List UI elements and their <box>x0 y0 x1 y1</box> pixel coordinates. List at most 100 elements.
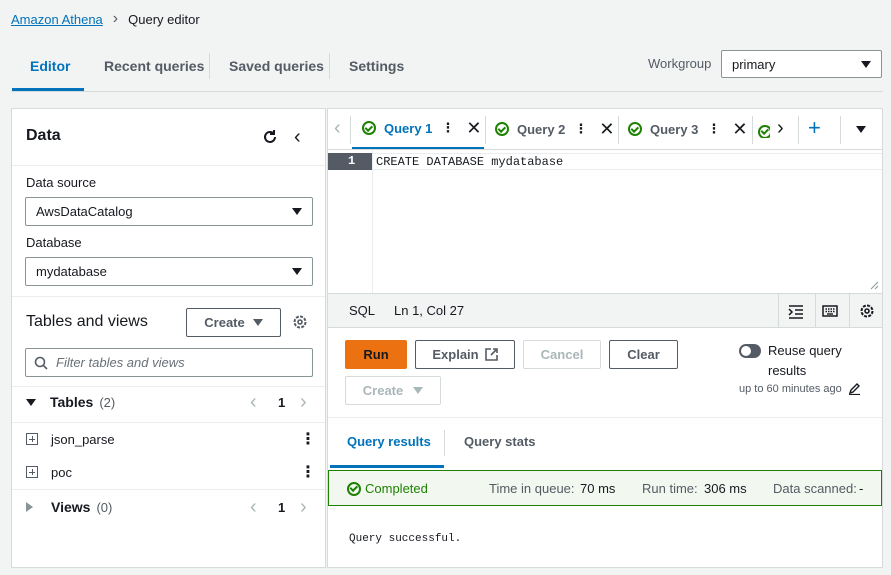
query-tab-2[interactable]: Query 2 ⋮ ✕ <box>486 109 618 149</box>
close-icon[interactable]: ✕ <box>466 118 481 139</box>
create-button[interactable]: Create <box>345 376 441 405</box>
tables-prev-page-icon[interactable]: ‹ <box>250 391 257 414</box>
create-dropdown-button[interactable]: Create <box>186 308 281 337</box>
views-group-header[interactable]: Views (0) <box>26 498 112 516</box>
close-icon[interactable]: ✕ <box>732 119 747 140</box>
tables-page-number[interactable]: 1 <box>278 395 285 410</box>
data-source-select[interactable]: AwsDataCatalog <box>25 197 313 226</box>
scroll-right-icon[interactable]: › <box>777 117 784 140</box>
format-query-icon[interactable] <box>788 303 804 319</box>
divider <box>840 116 841 144</box>
more-vertical-icon[interactable]: ⋮ <box>707 121 720 137</box>
add-query-tab-icon[interactable]: + <box>808 115 821 141</box>
views-label: Views <box>51 499 91 515</box>
more-vertical-icon[interactable]: ⋮ <box>300 429 316 449</box>
check-circle-icon <box>628 122 642 136</box>
divider <box>329 53 330 79</box>
breadcrumb: Amazon Athena › Query editor <box>11 10 200 28</box>
data-source-label: Data source <box>26 175 97 190</box>
more-vertical-icon[interactable]: ⋮ <box>300 462 316 482</box>
views-prev-page-icon[interactable]: ‹ <box>250 496 257 519</box>
divider <box>350 116 351 144</box>
scroll-left-icon[interactable]: ‹ <box>334 117 341 140</box>
refresh-icon[interactable] <box>261 128 279 146</box>
more-vertical-icon[interactable]: ⋮ <box>441 120 454 136</box>
divider <box>778 294 779 328</box>
result-message: Query successful. <box>349 533 462 545</box>
divider <box>752 116 753 144</box>
tab-saved-queries[interactable]: Saved queries <box>229 58 324 74</box>
query-tab-label: Query 2 <box>517 121 566 137</box>
resize-handle-icon[interactable] <box>869 278 879 290</box>
workgroup-select[interactable]: primary <box>721 50 882 78</box>
section-divider <box>12 296 325 297</box>
edit-pencil-icon[interactable] <box>848 382 861 395</box>
database-label: Database <box>26 235 82 250</box>
explain-label: Explain <box>432 347 479 362</box>
breadcrumb-current: Query editor <box>128 11 200 27</box>
filter-tables-input[interactable]: Filter tables and views <box>25 348 313 377</box>
caret-down-icon <box>861 60 871 68</box>
reuse-results-toggle[interactable] <box>739 344 761 358</box>
database-select[interactable]: mydatabase <box>25 257 313 286</box>
expand-plus-icon[interactable] <box>26 433 38 445</box>
expand-plus-icon[interactable] <box>26 466 38 478</box>
line-number: 1 <box>348 154 356 168</box>
divider <box>209 53 210 79</box>
tables-label: Tables <box>50 394 94 410</box>
query-tab-3[interactable]: Query 3 ⋮ ✕ <box>619 109 751 149</box>
time-in-queue-value: 70 ms <box>580 481 616 496</box>
list-item[interactable]: poc ⋮ <box>26 462 316 482</box>
cancel-button[interactable]: Cancel <box>523 340 601 369</box>
database-value: mydatabase <box>36 264 107 279</box>
data-panel: Data ‹ Data source AwsDataCatalog Databa… <box>11 108 326 568</box>
query-tab-1[interactable]: Query 1 ⋮ ✕ <box>352 109 484 149</box>
cursor-position: Ln 1, Col 27 <box>394 303 465 318</box>
filter-placeholder: Filter tables and views <box>56 355 185 370</box>
language-label: SQL <box>349 303 376 318</box>
create-label: Create <box>362 383 404 398</box>
query-tab-label: Query 1 <box>384 120 433 136</box>
more-vertical-icon[interactable]: ⋮ <box>574 121 587 137</box>
tables-next-page-icon[interactable]: › <box>300 391 307 414</box>
tab-settings[interactable]: Settings <box>349 58 404 74</box>
check-circle-icon <box>758 124 770 138</box>
tab-recent-queries[interactable]: Recent queries <box>104 58 204 74</box>
code-editor[interactable]: 1 CREATE DATABASE mydatabase <box>328 150 882 293</box>
tab-editor[interactable]: Editor <box>30 58 70 74</box>
collapse-left-icon[interactable]: ‹ <box>294 126 301 149</box>
query-tab-label: Query 3 <box>650 121 699 137</box>
code-line: CREATE DATABASE mydatabase <box>376 155 564 169</box>
keyboard-icon[interactable] <box>822 303 840 319</box>
list-item[interactable]: json_parse ⋮ <box>26 429 316 449</box>
tables-group-header[interactable]: Tables (2) <box>26 393 115 411</box>
close-icon[interactable]: ✕ <box>599 119 614 140</box>
tab-query-results[interactable]: Query results <box>347 434 431 449</box>
caret-right-icon <box>26 502 33 512</box>
tab-query-stats[interactable]: Query stats <box>464 434 536 449</box>
tables-views-title: Tables and views <box>26 313 148 330</box>
tab-query-results-underline <box>330 465 444 468</box>
query-tab-overflow[interactable] <box>758 122 770 138</box>
query-tabs-bar: ‹ Query 1 ⋮ ✕ Query 2 ⋮ ✕ Query 3 ⋮ ✕ › … <box>328 109 882 150</box>
table-name: poc <box>51 464 72 480</box>
gear-icon[interactable] <box>292 314 310 332</box>
create-label: Create <box>204 315 245 330</box>
explain-button[interactable]: Explain <box>415 340 515 369</box>
caret-down-icon <box>292 208 302 215</box>
breadcrumb-root-link[interactable]: Amazon Athena <box>11 12 103 27</box>
views-next-page-icon[interactable]: › <box>300 496 307 519</box>
clear-button[interactable]: Clear <box>609 340 678 369</box>
run-time-label: Run time: <box>642 481 698 496</box>
section-divider <box>12 422 325 423</box>
result-tabs-divider-top <box>328 417 882 418</box>
caret-down-icon <box>252 319 263 326</box>
data-scanned-label: Data scanned: <box>773 481 857 496</box>
data-scanned-value: - <box>859 481 864 496</box>
tabs-menu-caret-icon[interactable] <box>856 126 866 133</box>
external-link-icon <box>484 348 498 361</box>
gear-icon[interactable] <box>859 303 875 319</box>
views-page-number[interactable]: 1 <box>278 500 285 515</box>
data-panel-title: Data <box>26 127 61 144</box>
run-button[interactable]: Run <box>345 340 407 369</box>
